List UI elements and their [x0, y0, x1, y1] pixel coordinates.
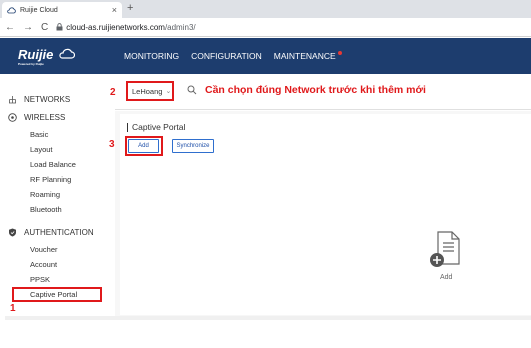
network-select-value: LeHoang — [132, 86, 163, 96]
app-header: Ruijie Powered by Ruijie MONITORING CONF… — [0, 38, 531, 74]
sidebar-item-account[interactable]: Account — [30, 260, 57, 269]
step-number-3: 3 — [109, 139, 115, 150]
lock-icon — [56, 23, 63, 31]
close-tab-icon[interactable]: × — [112, 5, 117, 15]
sidebar-item-layout[interactable]: Layout — [30, 145, 53, 154]
add-document-icon[interactable] — [428, 230, 466, 270]
step-number-1: 1 — [10, 303, 16, 314]
tab-title: Ruijie Cloud — [20, 6, 58, 14]
sidebar-item-load-balance[interactable]: Load Balance — [30, 160, 76, 169]
networks-icon — [9, 96, 16, 104]
browser-tab-bar: Ruijie Cloud × + — [0, 0, 531, 18]
captive-portal-highlight-box — [12, 287, 102, 302]
nav-maintenance[interactable]: MAINTENANCE — [273, 51, 342, 61]
empty-state-add-label[interactable]: Add — [440, 274, 452, 281]
sidebar-authentication-label: AUTHENTICATION — [24, 228, 94, 237]
sidebar-item-voucher[interactable]: Voucher — [30, 245, 58, 254]
network-select[interactable]: LeHoang ⌄ — [126, 81, 174, 101]
sidebar-wireless-label: WIRELESS — [24, 113, 66, 122]
nav-monitoring[interactable]: MONITORING — [124, 51, 179, 61]
nav-configuration[interactable]: CONFIGURATION — [191, 51, 262, 61]
reload-button[interactable]: C — [41, 22, 48, 33]
forward-button[interactable]: → — [23, 22, 33, 33]
network-annotation: Cần chọn đúng Network trước khi thêm mới — [205, 84, 426, 96]
sidebar-item-roaming[interactable]: Roaming — [30, 190, 60, 199]
chevron-down-icon: ⌄ — [165, 88, 172, 95]
sidebar-item-basic[interactable]: Basic — [30, 130, 48, 139]
bottom-scroll-area — [5, 316, 531, 320]
sidebar-networks-label: NETWORKS — [24, 95, 71, 104]
url-host: cloud-as.ruijienetworks.com — [66, 22, 165, 32]
shield-icon — [9, 228, 16, 237]
address-bar: ← → C cloud-as.ruijienetworks.com/admin3… — [0, 18, 531, 37]
new-tab-button[interactable]: + — [127, 2, 133, 14]
notification-dot — [337, 51, 342, 55]
ruijie-logo[interactable]: Ruijie Powered by Ruijie — [0, 47, 110, 66]
top-navigation: MONITORING CONFIGURATION MAINTENANCE — [124, 51, 348, 61]
main-content: Captive Portal Add Synchronize Add — [115, 111, 531, 316]
network-bar: LeHoang ⌄ Cần chọn đúng Network trước kh… — [115, 78, 531, 110]
nav-maintenance-label: MAINTENANCE — [273, 51, 336, 61]
logo-subtitle: Powered by Ruijie — [18, 61, 44, 66]
sidebar-item-networks[interactable]: NETWORKS — [8, 95, 70, 104]
sidebar-item-authentication[interactable]: AUTHENTICATION — [8, 228, 94, 237]
cloud-icon — [7, 6, 16, 13]
url-path: /admin3/ — [164, 22, 196, 32]
sidebar-item-rf-planning[interactable]: RF Planning — [30, 175, 71, 184]
captive-portal-panel: Captive Portal Add Synchronize Add — [120, 114, 531, 315]
back-button[interactable]: ← — [5, 22, 15, 33]
add-button[interactable]: Add — [128, 139, 159, 153]
sidebar-item-ppsk[interactable]: PPSK — [30, 275, 50, 284]
browser-tab[interactable]: Ruijie Cloud × — [2, 2, 122, 18]
synchronize-button[interactable]: Synchronize — [172, 139, 214, 153]
logo-cloud-icon — [59, 48, 76, 59]
wireless-icon — [8, 113, 17, 122]
logo-text: Ruijie — [18, 46, 54, 62]
url-field[interactable]: cloud-as.ruijienetworks.com/admin3/ — [66, 23, 195, 32]
sidebar-item-wireless[interactable]: WIRELESS — [8, 113, 65, 122]
panel-title: Captive Portal — [127, 123, 185, 132]
search-icon[interactable] — [187, 85, 197, 95]
sidebar-item-bluetooth[interactable]: Bluetooth — [30, 205, 62, 214]
